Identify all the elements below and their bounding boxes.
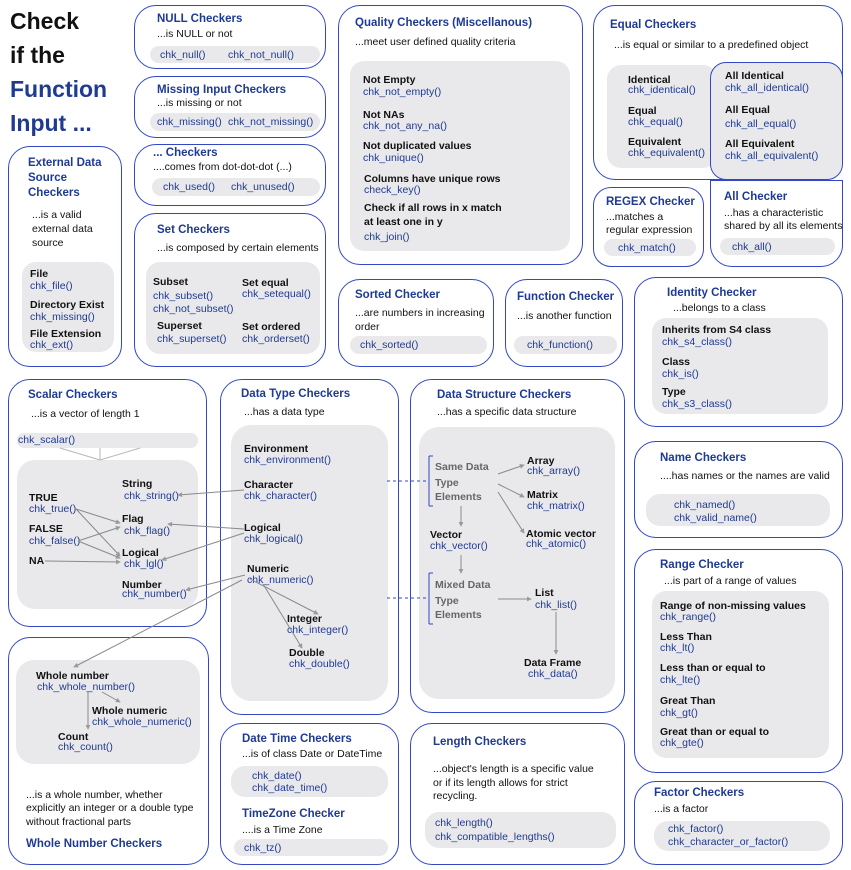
edge-na-logical [44, 559, 121, 565]
edge-character-string [177, 489, 245, 498]
edge-logical-lgl [161, 532, 245, 562]
scalar-fan-lines [59, 447, 141, 461]
edge-same-array [497, 464, 525, 475]
bracket-mixed-type [428, 572, 433, 625]
edge-whole-numeric [101, 691, 121, 703]
edge-numeric-double [262, 583, 303, 649]
edge-logical-flag [167, 521, 245, 530]
line-scalar-fan-right [99, 447, 141, 461]
edge-numeric-integer [249, 578, 319, 615]
edge-same-atomic [497, 491, 525, 534]
edge-numeric-whole-number [73, 579, 243, 668]
edge-false-flag [77, 525, 121, 542]
edge-same-matrix [497, 483, 525, 498]
line-scalar-fan-left [59, 447, 101, 461]
connector-lines [44, 447, 559, 730]
bracket-same-type [428, 455, 433, 507]
